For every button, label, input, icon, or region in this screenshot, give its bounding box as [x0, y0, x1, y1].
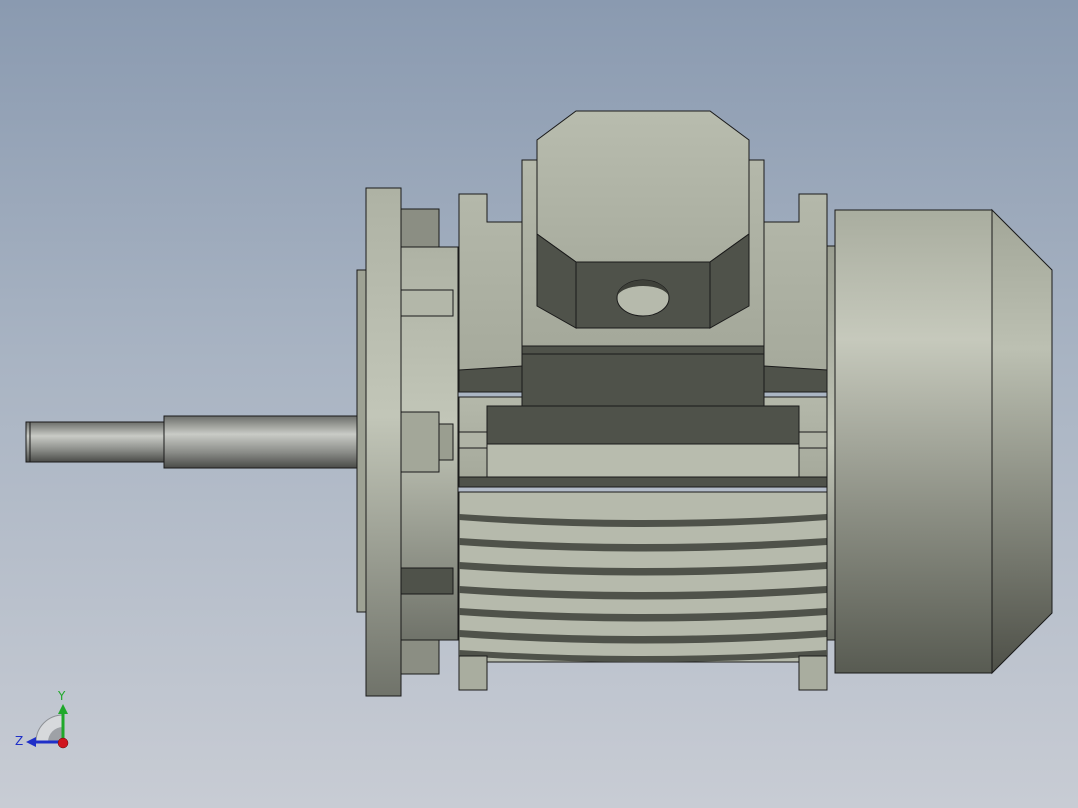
y-axis-label: Y: [57, 689, 66, 703]
motor-model-view[interactable]: Y Z: [0, 0, 1078, 808]
terminal-box[interactable]: [521, 110, 765, 407]
view-orientation-triad[interactable]: Y Z: [15, 689, 69, 749]
mounting-flange[interactable]: [356, 187, 459, 697]
graphics-viewport[interactable]: Y Z: [0, 0, 1078, 808]
z-axis-label: Z: [15, 734, 23, 748]
x-axis-dot: [57, 737, 69, 749]
terminal-box-lid[interactable]: [536, 110, 750, 263]
motor-shaft[interactable]: [25, 415, 361, 469]
fan-cover[interactable]: [826, 208, 1053, 675]
